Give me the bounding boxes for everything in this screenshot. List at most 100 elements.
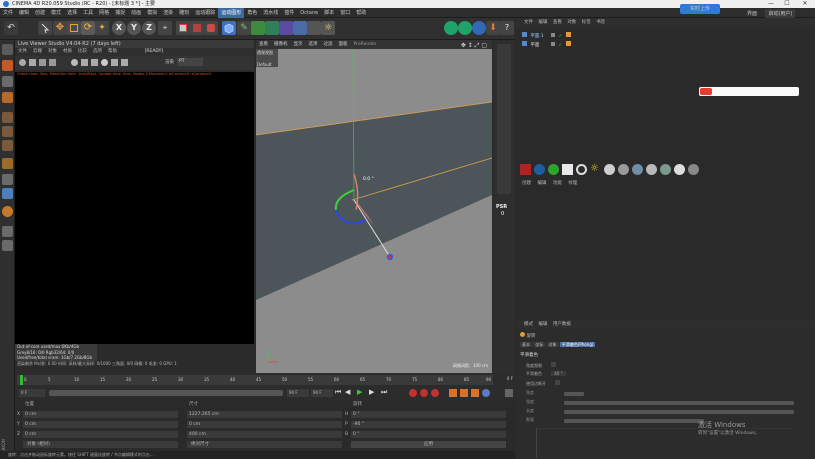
vp-menu-panel[interactable]: 面板 xyxy=(336,40,351,49)
coord-mode-select[interactable]: 对象 (相对) xyxy=(23,441,178,448)
auto-key-icon[interactable] xyxy=(420,389,428,397)
ime-toolbar[interactable] xyxy=(699,87,799,96)
pin-icon[interactable] xyxy=(121,59,128,66)
focus-picker-icon[interactable] xyxy=(91,59,98,66)
range-slider[interactable] xyxy=(49,390,283,396)
lv-menu-file[interactable]: 文件 xyxy=(15,48,30,56)
om-menu-tags[interactable]: 标签 xyxy=(582,20,591,25)
menu-octane[interactable]: Octane xyxy=(297,8,321,18)
octane-download-icon[interactable]: ⬇ xyxy=(486,21,500,35)
menu-sculpt[interactable]: 雕刻 xyxy=(176,8,192,18)
polygons-mode-icon[interactable] xyxy=(2,140,13,151)
region-icon[interactable] xyxy=(111,59,118,66)
mm-menu-create[interactable]: 创建 xyxy=(522,181,531,186)
maximize-button[interactable]: ☐ xyxy=(780,0,794,8)
swatch-sphere-6-icon[interactable] xyxy=(674,164,685,175)
octane-settings-icon[interactable] xyxy=(458,21,472,35)
recent-tool-icon[interactable]: ✦ xyxy=(95,21,109,35)
settings-gear-icon[interactable] xyxy=(71,59,78,66)
lv-menu-materials[interactable]: 材质 xyxy=(60,48,75,56)
rotation-key-icon[interactable] xyxy=(460,389,468,397)
slider-row[interactable]: 数量 xyxy=(526,417,806,426)
swatch-sphere-5-icon[interactable] xyxy=(660,164,671,175)
lv-menu-objects[interactable]: 对象 xyxy=(45,48,60,56)
slider-track[interactable] xyxy=(564,401,794,405)
record-icon[interactable] xyxy=(409,389,417,397)
keyframe-selection-icon[interactable] xyxy=(431,389,439,397)
octane-help-icon[interactable]: ? xyxy=(500,21,514,35)
menu-select[interactable]: 选择 xyxy=(64,8,80,18)
menu-mode[interactable]: 模式 xyxy=(48,8,64,18)
position-key-icon[interactable] xyxy=(449,389,457,397)
menu-script[interactable]: 脚本 xyxy=(321,8,337,18)
check-icon[interactable]: ✓ xyxy=(558,43,562,48)
floor-icon[interactable] xyxy=(293,21,307,35)
mm-menu-edit[interactable]: 编辑 xyxy=(537,181,546,186)
render-settings-icon[interactable] xyxy=(204,21,218,35)
menu-file[interactable]: 文件 xyxy=(0,8,16,18)
swatch-sphere-3-icon[interactable] xyxy=(632,164,643,175)
render-canvas[interactable] xyxy=(15,72,254,344)
menu-character[interactable]: 角色 xyxy=(244,8,260,18)
size-y-field[interactable]: 0 cm xyxy=(187,421,342,428)
next-key-icon[interactable]: ▶ xyxy=(369,388,374,396)
object-row[interactable]: 平面 ✓ xyxy=(522,41,812,49)
mm-menu-function[interactable]: 功能 xyxy=(553,181,562,186)
start-frame-field[interactable]: 0 F xyxy=(19,389,45,397)
y-axis-icon[interactable]: Y xyxy=(127,21,141,35)
field-checkbox[interactable] xyxy=(551,362,557,367)
check-icon[interactable]: ✓ xyxy=(559,34,563,39)
slider-row[interactable]: 长度 xyxy=(526,408,806,417)
menu-plugins[interactable]: 插件 xyxy=(281,8,297,18)
menu-simulate[interactable]: 模拟 xyxy=(144,8,160,18)
coordinate-system-icon[interactable]: ⌖ xyxy=(158,21,172,35)
slider-track[interactable] xyxy=(564,410,794,414)
subtab-coord[interactable]: 坐标 xyxy=(533,342,546,347)
slider-track[interactable] xyxy=(564,419,704,423)
model-mode-icon[interactable] xyxy=(2,60,13,71)
light-icon[interactable]: ☼ xyxy=(321,21,335,35)
vp-menu-filter[interactable]: 过滤 xyxy=(321,40,336,49)
menu-tools[interactable]: 工具 xyxy=(80,8,96,18)
subtab-object[interactable]: 对象 xyxy=(546,342,559,347)
am-menu-userdata[interactable]: 用户数据 xyxy=(553,322,571,327)
menu-window[interactable]: 窗口 xyxy=(337,8,353,18)
share-button[interactable]: 实时上传 xyxy=(680,4,720,14)
om-menu-bookmarks[interactable]: 书签 xyxy=(596,20,605,25)
mm-menu-texture[interactable]: 纹理 xyxy=(568,181,577,186)
cloner-icon[interactable] xyxy=(265,21,279,35)
edges-mode-icon[interactable] xyxy=(2,126,13,137)
menu-mograph[interactable]: 运动图形 xyxy=(218,8,245,18)
play-icon[interactable]: ▶ xyxy=(357,388,362,396)
end-frame-field[interactable]: 90 F xyxy=(287,389,309,397)
menu-snap[interactable]: 捕捉 xyxy=(112,8,128,18)
phong-tag-icon[interactable] xyxy=(565,41,571,46)
param-key-icon[interactable] xyxy=(482,389,490,397)
octane-live-viewer-icon[interactable] xyxy=(444,21,458,35)
workplane-icon[interactable] xyxy=(2,92,13,103)
lock-icon[interactable] xyxy=(81,59,88,66)
cube-icon[interactable] xyxy=(222,21,236,35)
om-menu-objects[interactable]: 对象 xyxy=(567,20,576,25)
menu-edit[interactable]: 编辑 xyxy=(16,8,32,18)
vp-menu-display[interactable]: 显示 xyxy=(291,40,306,49)
apply-button[interactable]: 应用 xyxy=(351,441,506,448)
layout-selector[interactable]: 界面 启动(用户) xyxy=(744,9,810,19)
visibility-icon[interactable] xyxy=(551,33,556,37)
om-menu-edit[interactable]: 编辑 xyxy=(538,20,547,25)
rotate-icon[interactable]: ⟳ xyxy=(81,21,95,35)
lv-menu-help[interactable]: 帮助 xyxy=(105,48,120,56)
am-menu-edit[interactable]: 编辑 xyxy=(538,322,547,327)
rot-h-field[interactable]: 0 ° xyxy=(351,411,506,418)
size-z-field[interactable]: 400 cm xyxy=(187,431,342,438)
vp-menu-options[interactable]: 选项 xyxy=(306,40,321,49)
pen-icon[interactable]: ✎ xyxy=(237,21,251,35)
live-select-icon[interactable] xyxy=(38,21,52,35)
goto-end-icon[interactable]: ⏭ xyxy=(381,388,387,397)
x-axis-icon[interactable]: X xyxy=(112,21,126,35)
swatch-white-icon[interactable] xyxy=(562,164,573,175)
send-scene-icon[interactable] xyxy=(19,59,26,66)
lv-menu-options[interactable]: 选项 xyxy=(90,48,105,56)
swatch-sphere-7-icon[interactable] xyxy=(688,164,699,175)
field-checkbox[interactable] xyxy=(555,380,561,385)
